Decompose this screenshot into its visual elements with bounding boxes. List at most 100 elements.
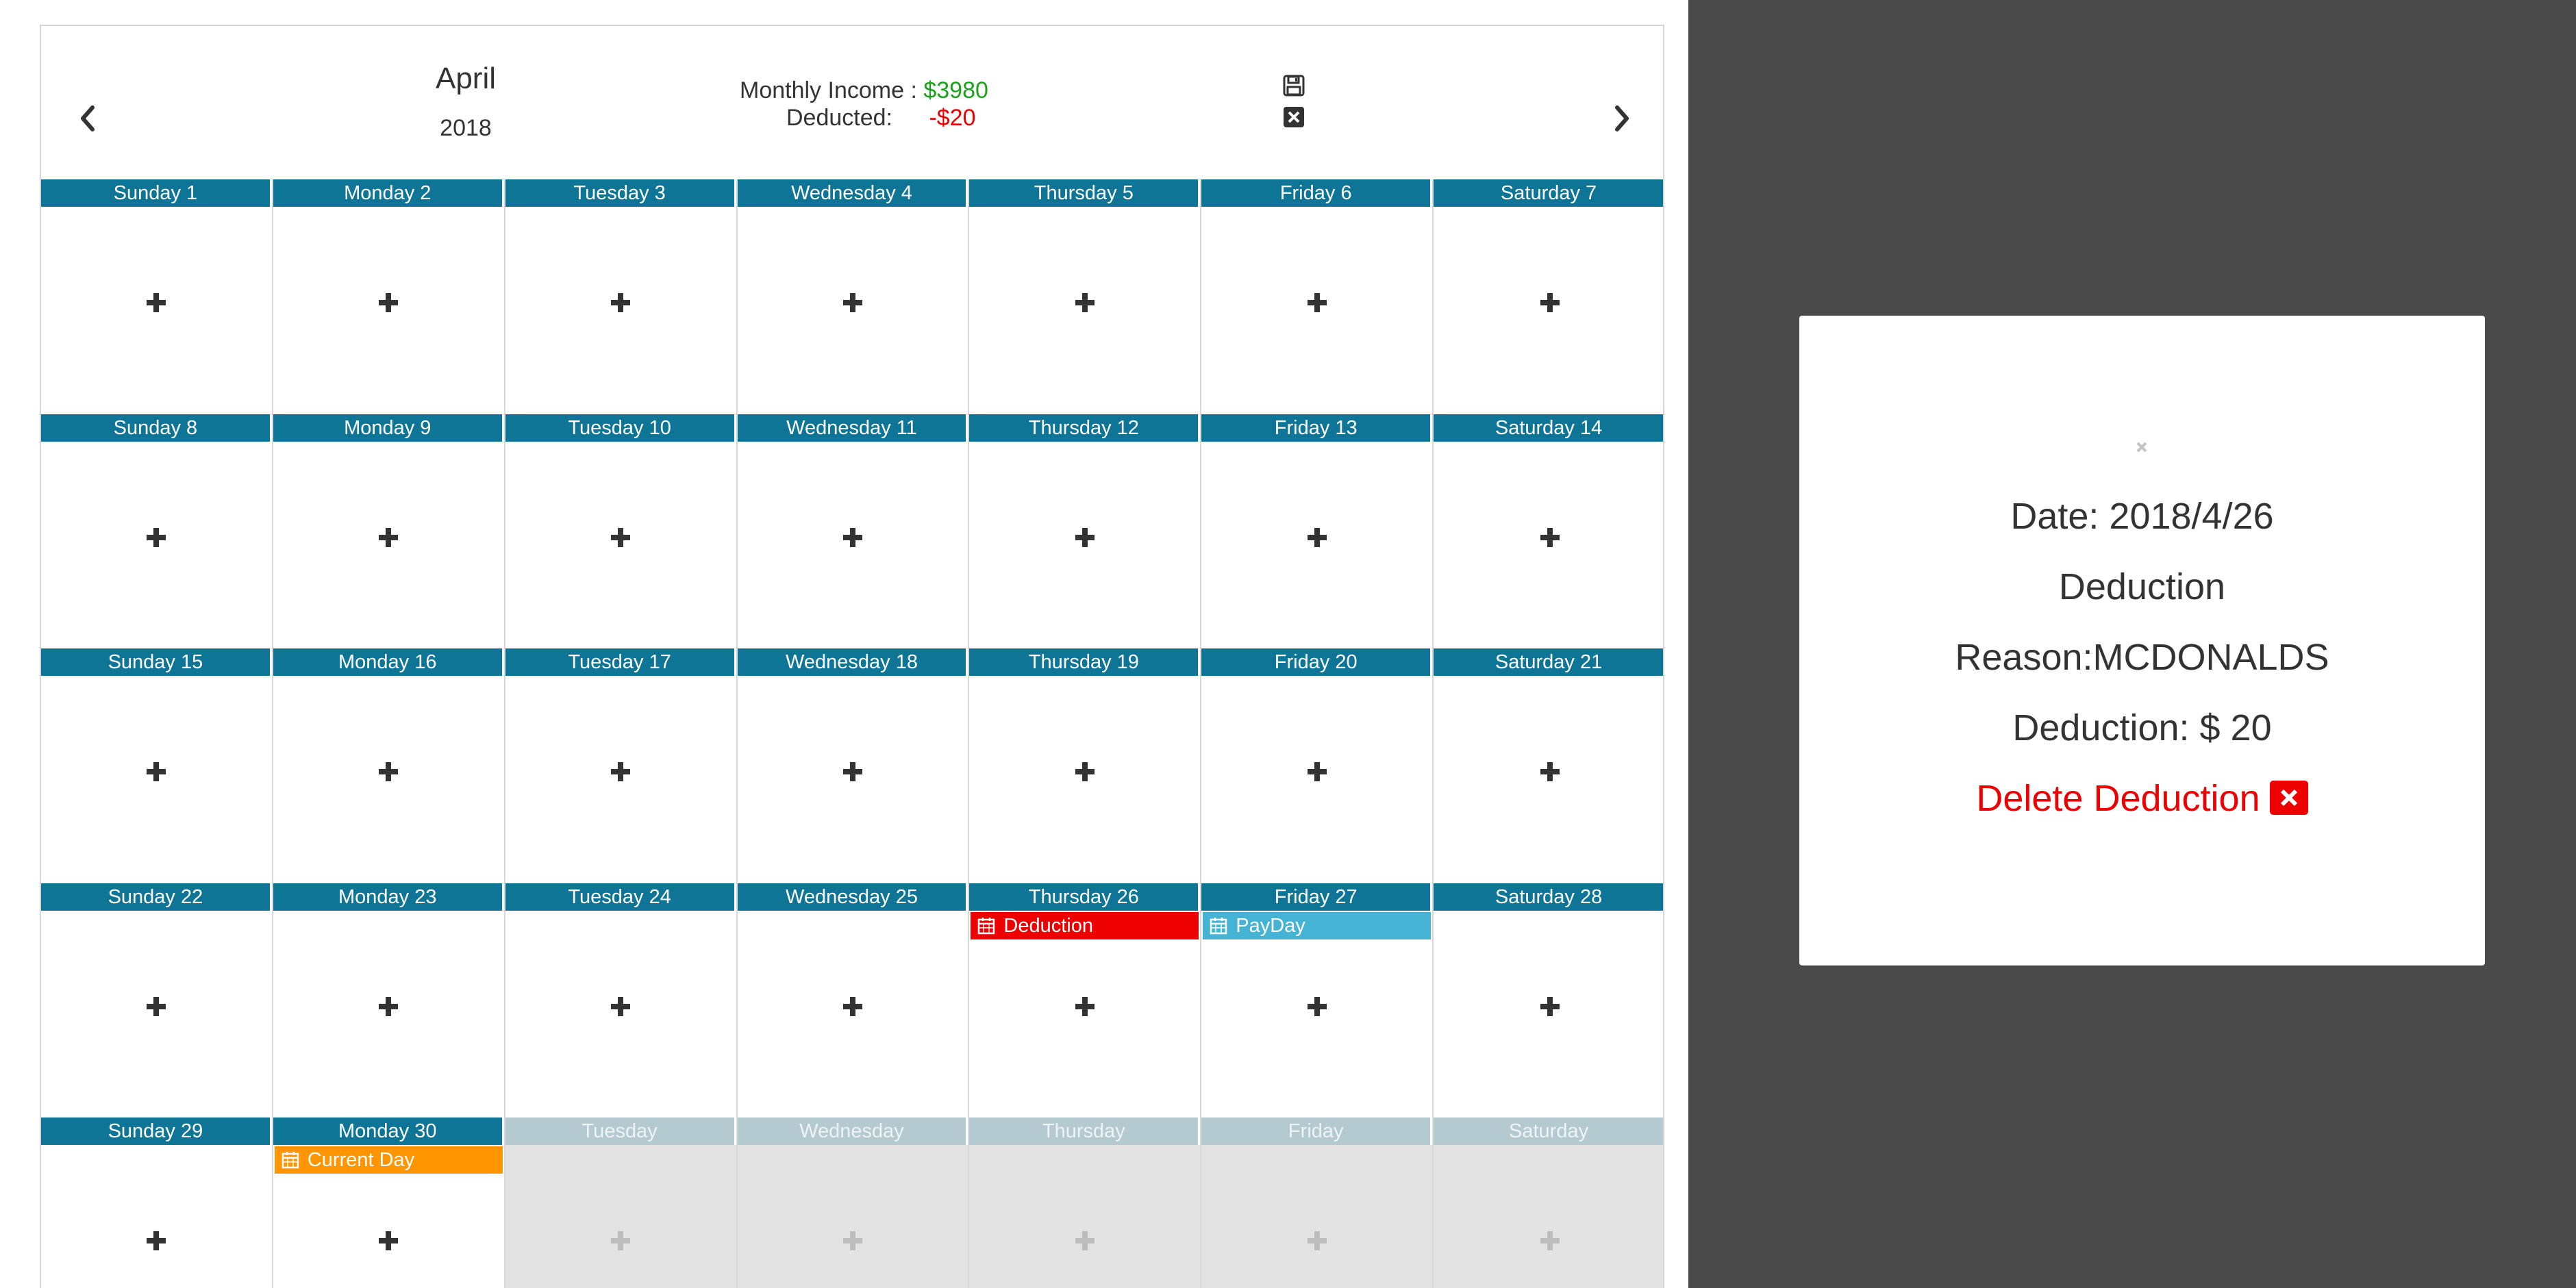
- day-cell[interactable]: Wednesday 11: [737, 414, 970, 648]
- add-event-button[interactable]: [607, 993, 634, 1020]
- day-label: Saturday: [1434, 1117, 1663, 1145]
- plus-icon: [611, 293, 631, 312]
- add-event-button[interactable]: [142, 524, 170, 551]
- calendar-grid: Sunday 1 Monday 2 Tuesday 3 Wednesday 4 Thur…: [41, 179, 1663, 1288]
- day-cell[interactable]: Tuesday 24: [505, 883, 738, 1117]
- day-cell[interactable]: Tuesday 17: [505, 648, 738, 883]
- monthly-summary: Monthly Income : $3980 Deducted: -$20: [740, 77, 988, 131]
- add-event-button[interactable]: [839, 758, 866, 785]
- plus-icon: [1307, 1231, 1327, 1250]
- add-event-button[interactable]: [375, 993, 402, 1020]
- day-cell[interactable]: Saturday: [1434, 1117, 1663, 1288]
- day-cell[interactable]: Thursday 5: [969, 179, 1202, 414]
- prev-month-button[interactable]: [73, 101, 103, 136]
- add-event-button[interactable]: [839, 524, 866, 551]
- day-cell[interactable]: Monday 30 Current Day: [273, 1117, 505, 1288]
- day-cell[interactable]: Saturday 7: [1434, 179, 1663, 414]
- day-cell[interactable]: Tuesday 10: [505, 414, 738, 648]
- add-event-button[interactable]: [1303, 524, 1331, 551]
- add-event-button[interactable]: [1071, 524, 1099, 551]
- day-cell[interactable]: Sunday 29: [41, 1117, 273, 1288]
- add-event-button[interactable]: [1536, 289, 1564, 316]
- add-event-button[interactable]: [607, 524, 634, 551]
- plus-icon: [611, 762, 631, 781]
- event-deduction[interactable]: Deduction: [971, 911, 1199, 939]
- event-amount: Deduction: $ 20: [2012, 707, 2272, 748]
- day-label: Sunday 8: [41, 414, 272, 442]
- add-event-button[interactable]: [375, 524, 402, 551]
- delete-deduction-button[interactable]: Delete Deduction: [1799, 777, 2485, 820]
- day-cell[interactable]: Sunday 8: [41, 414, 273, 648]
- add-event-button: [1071, 1227, 1099, 1254]
- day-cell[interactable]: Friday 20: [1201, 648, 1434, 883]
- add-event-button[interactable]: [142, 758, 170, 785]
- day-label: Monday 30: [273, 1117, 504, 1145]
- add-event-button[interactable]: [839, 289, 866, 316]
- add-event-button[interactable]: [1071, 289, 1099, 316]
- day-cell[interactable]: Wednesday 18: [737, 648, 970, 883]
- add-event-button[interactable]: [1071, 993, 1099, 1020]
- close-square-icon: [2269, 781, 2308, 815]
- day-cell[interactable]: Tuesday 3: [505, 179, 738, 414]
- day-cell[interactable]: Sunday 1: [41, 179, 273, 414]
- close-square-icon[interactable]: [1282, 105, 1305, 129]
- day-cell[interactable]: Monday 16: [273, 648, 505, 883]
- day-cell[interactable]: Wednesday: [737, 1117, 970, 1288]
- add-event-button[interactable]: [1071, 758, 1099, 785]
- day-cell[interactable]: Sunday 22: [41, 883, 273, 1117]
- add-event-button[interactable]: [607, 289, 634, 316]
- add-event-button[interactable]: [1303, 289, 1331, 316]
- income-label: Monthly Income :: [740, 77, 917, 103]
- day-cell[interactable]: Friday 13: [1201, 414, 1434, 648]
- next-month-button[interactable]: [1607, 101, 1637, 136]
- add-event-button[interactable]: [1303, 993, 1331, 1020]
- day-label: Monday 23: [273, 883, 504, 911]
- add-event-button[interactable]: [375, 758, 402, 785]
- add-event-button[interactable]: [142, 1227, 170, 1254]
- day-cell[interactable]: Thursday: [969, 1117, 1202, 1288]
- day-cell[interactable]: Monday 23: [273, 883, 505, 1117]
- day-cell[interactable]: Thursday 19: [969, 648, 1202, 883]
- plus-icon: [842, 1231, 862, 1250]
- day-cell[interactable]: Saturday 21: [1434, 648, 1663, 883]
- day-cell[interactable]: Thursday 26 Deduction: [969, 883, 1202, 1117]
- day-cell[interactable]: Saturday 14: [1434, 414, 1663, 649]
- event-current[interactable]: Current Day: [274, 1146, 503, 1174]
- day-label: Saturday 21: [1434, 648, 1663, 676]
- calendar-week: Sunday 1 Monday 2 Tuesday 3 Wednesday 4 Thur…: [41, 179, 1663, 414]
- day-cell[interactable]: Monday 2: [273, 179, 505, 414]
- day-cell[interactable]: Wednesday 4: [737, 179, 970, 414]
- day-cell[interactable]: Friday 6: [1201, 179, 1434, 414]
- plus-icon: [379, 293, 399, 312]
- day-cell[interactable]: Monday 9: [273, 414, 505, 648]
- income-value: $3980: [923, 77, 988, 103]
- day-cell[interactable]: Sunday 15: [41, 648, 273, 883]
- add-event-button[interactable]: [142, 993, 170, 1020]
- day-cell[interactable]: Tuesday: [505, 1117, 738, 1288]
- add-event-button[interactable]: [1536, 993, 1564, 1020]
- plus-icon: [1540, 1231, 1560, 1250]
- close-icon[interactable]: [2132, 438, 2151, 457]
- event-payday[interactable]: PayDay: [1203, 911, 1431, 939]
- calendar-icon: [978, 917, 995, 934]
- day-cell[interactable]: Friday: [1201, 1117, 1434, 1288]
- event-type: Deduction: [2058, 566, 2226, 607]
- day-label: Thursday 5: [969, 179, 1201, 207]
- add-event-button[interactable]: [142, 289, 170, 316]
- day-label: Wednesday 11: [737, 414, 968, 442]
- day-cell[interactable]: Thursday 12: [969, 414, 1202, 648]
- add-event-button[interactable]: [839, 993, 866, 1020]
- add-event-button[interactable]: [607, 758, 634, 785]
- add-event-button[interactable]: [1303, 758, 1331, 785]
- plus-icon: [379, 762, 399, 781]
- add-event-button[interactable]: [375, 289, 402, 316]
- day-cell[interactable]: Friday 27 PayDay: [1201, 883, 1434, 1117]
- day-cell[interactable]: Saturday 28: [1434, 883, 1663, 1118]
- add-event-button[interactable]: [1536, 524, 1564, 551]
- calendar-week: Sunday 29 Monday 30 Current Day Tuesday Wedn…: [41, 1117, 1663, 1288]
- day-cell[interactable]: Wednesday 25: [737, 883, 970, 1117]
- add-event-button[interactable]: [375, 1227, 402, 1254]
- day-label: Thursday 12: [969, 414, 1201, 442]
- floppy-disk-icon[interactable]: [1282, 74, 1305, 97]
- add-event-button[interactable]: [1536, 758, 1564, 785]
